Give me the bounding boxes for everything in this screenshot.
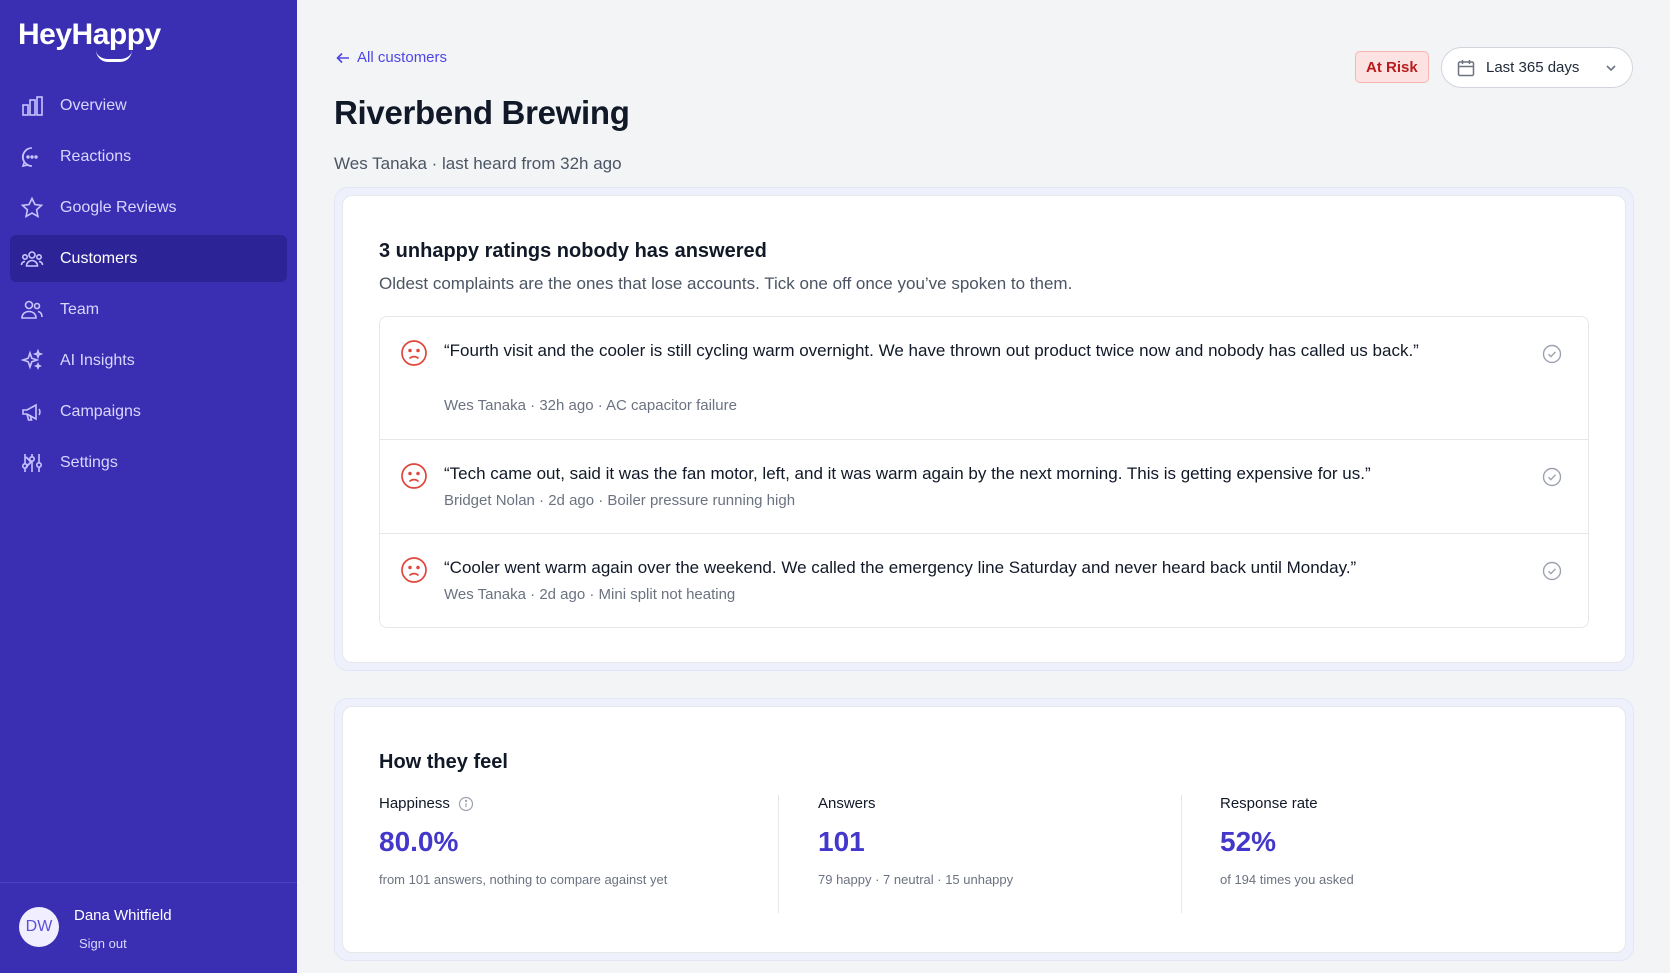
sidebar-item-label: Overview [60, 96, 127, 114]
sidebar-nav: Overview Reactions Google Reviews Custom… [10, 82, 287, 490]
brand-logo[interactable]: HeyHappy [18, 18, 161, 52]
complaint-meta: Wes Tanaka · 32h ago · AC capacitor fail… [444, 397, 737, 414]
list-item: “Cooler went warm again over the weekend… [380, 534, 1588, 627]
sidebar-item-label: Team [60, 300, 100, 318]
back-link[interactable]: All customers [335, 49, 447, 66]
user-name: Dana Whitfield [74, 907, 172, 924]
bar-chart-icon [22, 96, 43, 116]
status-badge: At Risk [1355, 51, 1429, 83]
info-icon[interactable] [458, 796, 474, 812]
stat-label: Happiness [379, 795, 450, 812]
sidebar-item-reactions[interactable]: Reactions [10, 133, 287, 180]
chevron-down-icon [1606, 65, 1616, 72]
star-icon [20, 196, 44, 218]
divider [778, 795, 779, 913]
complaint-quote: “Fourth visit and the cooler is still cy… [444, 341, 1419, 360]
complaint-quote: “Tech came out, said it was the fan moto… [444, 464, 1371, 483]
chat-bubble-icon [21, 147, 38, 168]
sidebar-item-label: AI Insights [60, 351, 135, 369]
arrow-left-icon [336, 52, 349, 63]
stat-label-row: Response rate [1220, 795, 1354, 812]
list-item: “Tech came out, said it was the fan moto… [380, 440, 1588, 534]
sad-face-icon [401, 557, 427, 583]
sidebar-item-team[interactable]: Team [10, 286, 287, 333]
stat-value: 52% [1220, 826, 1277, 857]
sad-face-icon [401, 463, 427, 489]
sidebar-item-customers[interactable]: Customers [10, 235, 287, 282]
check-circle-icon[interactable] [1542, 561, 1562, 581]
logo-smile-icon [96, 50, 132, 62]
sidebar-item-ai-insights[interactable]: AI Insights [10, 337, 287, 384]
complaints-heading: 3 unhappy ratings nobody has answered [379, 240, 767, 262]
complaints-card-body: 3 unhappy ratings nobody has answered Ol… [342, 195, 1626, 663]
complaints-list: “Fourth visit and the cooler is still cy… [379, 316, 1589, 628]
sidebar-item-settings[interactable]: Settings [10, 439, 287, 486]
stat-note: of 194 times you asked [1220, 872, 1354, 887]
check-circle-icon[interactable] [1542, 467, 1562, 487]
list-item: “Fourth visit and the cooler is still cy… [380, 317, 1588, 440]
avatar[interactable]: DW [19, 907, 59, 947]
user-panel: DW Dana Whitfield Sign out [0, 882, 297, 973]
divider [1181, 795, 1182, 913]
back-link-label: All customers [357, 49, 448, 66]
date-range-label: Last 365 days [1486, 59, 1580, 76]
sidebar-item-google-reviews[interactable]: Google Reviews [10, 184, 287, 231]
sidebar: HeyHappy Overview Reactions Google Revie… [0, 0, 297, 973]
stat-answers: Answers 101 79 happy · 7 neutral · 15 un… [818, 795, 1013, 913]
stat-label-row: Answers [818, 795, 1013, 812]
sidebar-item-overview[interactable]: Overview [10, 82, 287, 129]
stat-happiness: Happiness 80.0% from 101 answers, nothin… [379, 795, 667, 913]
stat-note: from 101 answers, nothing to compare aga… [379, 872, 668, 887]
sidebar-item-label: Customers [60, 249, 138, 267]
feelings-heading: How they feel [379, 751, 508, 773]
stat-response-rate: Response rate 52% of 194 times you asked [1220, 795, 1354, 913]
date-range-select[interactable]: Last 365 days [1441, 47, 1633, 88]
team-icon [21, 300, 43, 319]
stat-note: 79 happy · 7 neutral · 15 unhappy [818, 872, 1014, 887]
sparkles-icon [20, 349, 44, 371]
megaphone-icon [22, 403, 41, 421]
calendar-icon [1457, 60, 1475, 77]
sidebar-item-label: Campaigns [60, 402, 141, 420]
complaints-card: 3 unhappy ratings nobody has answered Ol… [334, 187, 1634, 671]
page-title: Riverbend Brewing [334, 94, 630, 131]
feelings-card: How they feel Happiness 80.0% from 101 a… [334, 698, 1634, 961]
stat-value: 101 [818, 826, 865, 857]
stat-value: 80.0% [379, 826, 459, 857]
sidebar-item-campaigns[interactable]: Campaigns [10, 388, 287, 435]
sidebar-item-label: Reactions [60, 147, 132, 165]
complaint-meta: Bridget Nolan · 2d ago · Boiler pressure… [444, 492, 796, 509]
sign-out-link[interactable]: Sign out [79, 936, 127, 951]
complaints-description: Oldest complaints are the ones that lose… [379, 274, 1073, 293]
complaint-meta: Wes Tanaka · 2d ago · Mini split not hea… [444, 586, 736, 603]
main-content: All customers Riverbend Brewing Wes Tana… [297, 0, 1670, 973]
check-circle-icon[interactable] [1542, 344, 1562, 364]
feelings-card-body: How they feel Happiness 80.0% from 101 a… [342, 706, 1626, 953]
sidebar-item-label: Google Reviews [60, 198, 177, 216]
sidebar-item-label: Settings [60, 453, 118, 471]
page-subtitle: Wes Tanaka · last heard from 32h ago [334, 154, 622, 173]
stat-label: Response rate [1220, 795, 1318, 812]
users-group-icon [20, 251, 44, 267]
chevron-right-icon[interactable] [20, 454, 36, 470]
stat-label-row: Happiness [379, 795, 667, 812]
stat-label: Answers [818, 795, 876, 812]
sad-face-icon [401, 340, 427, 366]
complaint-quote: “Cooler went warm again over the weekend… [444, 558, 1357, 577]
